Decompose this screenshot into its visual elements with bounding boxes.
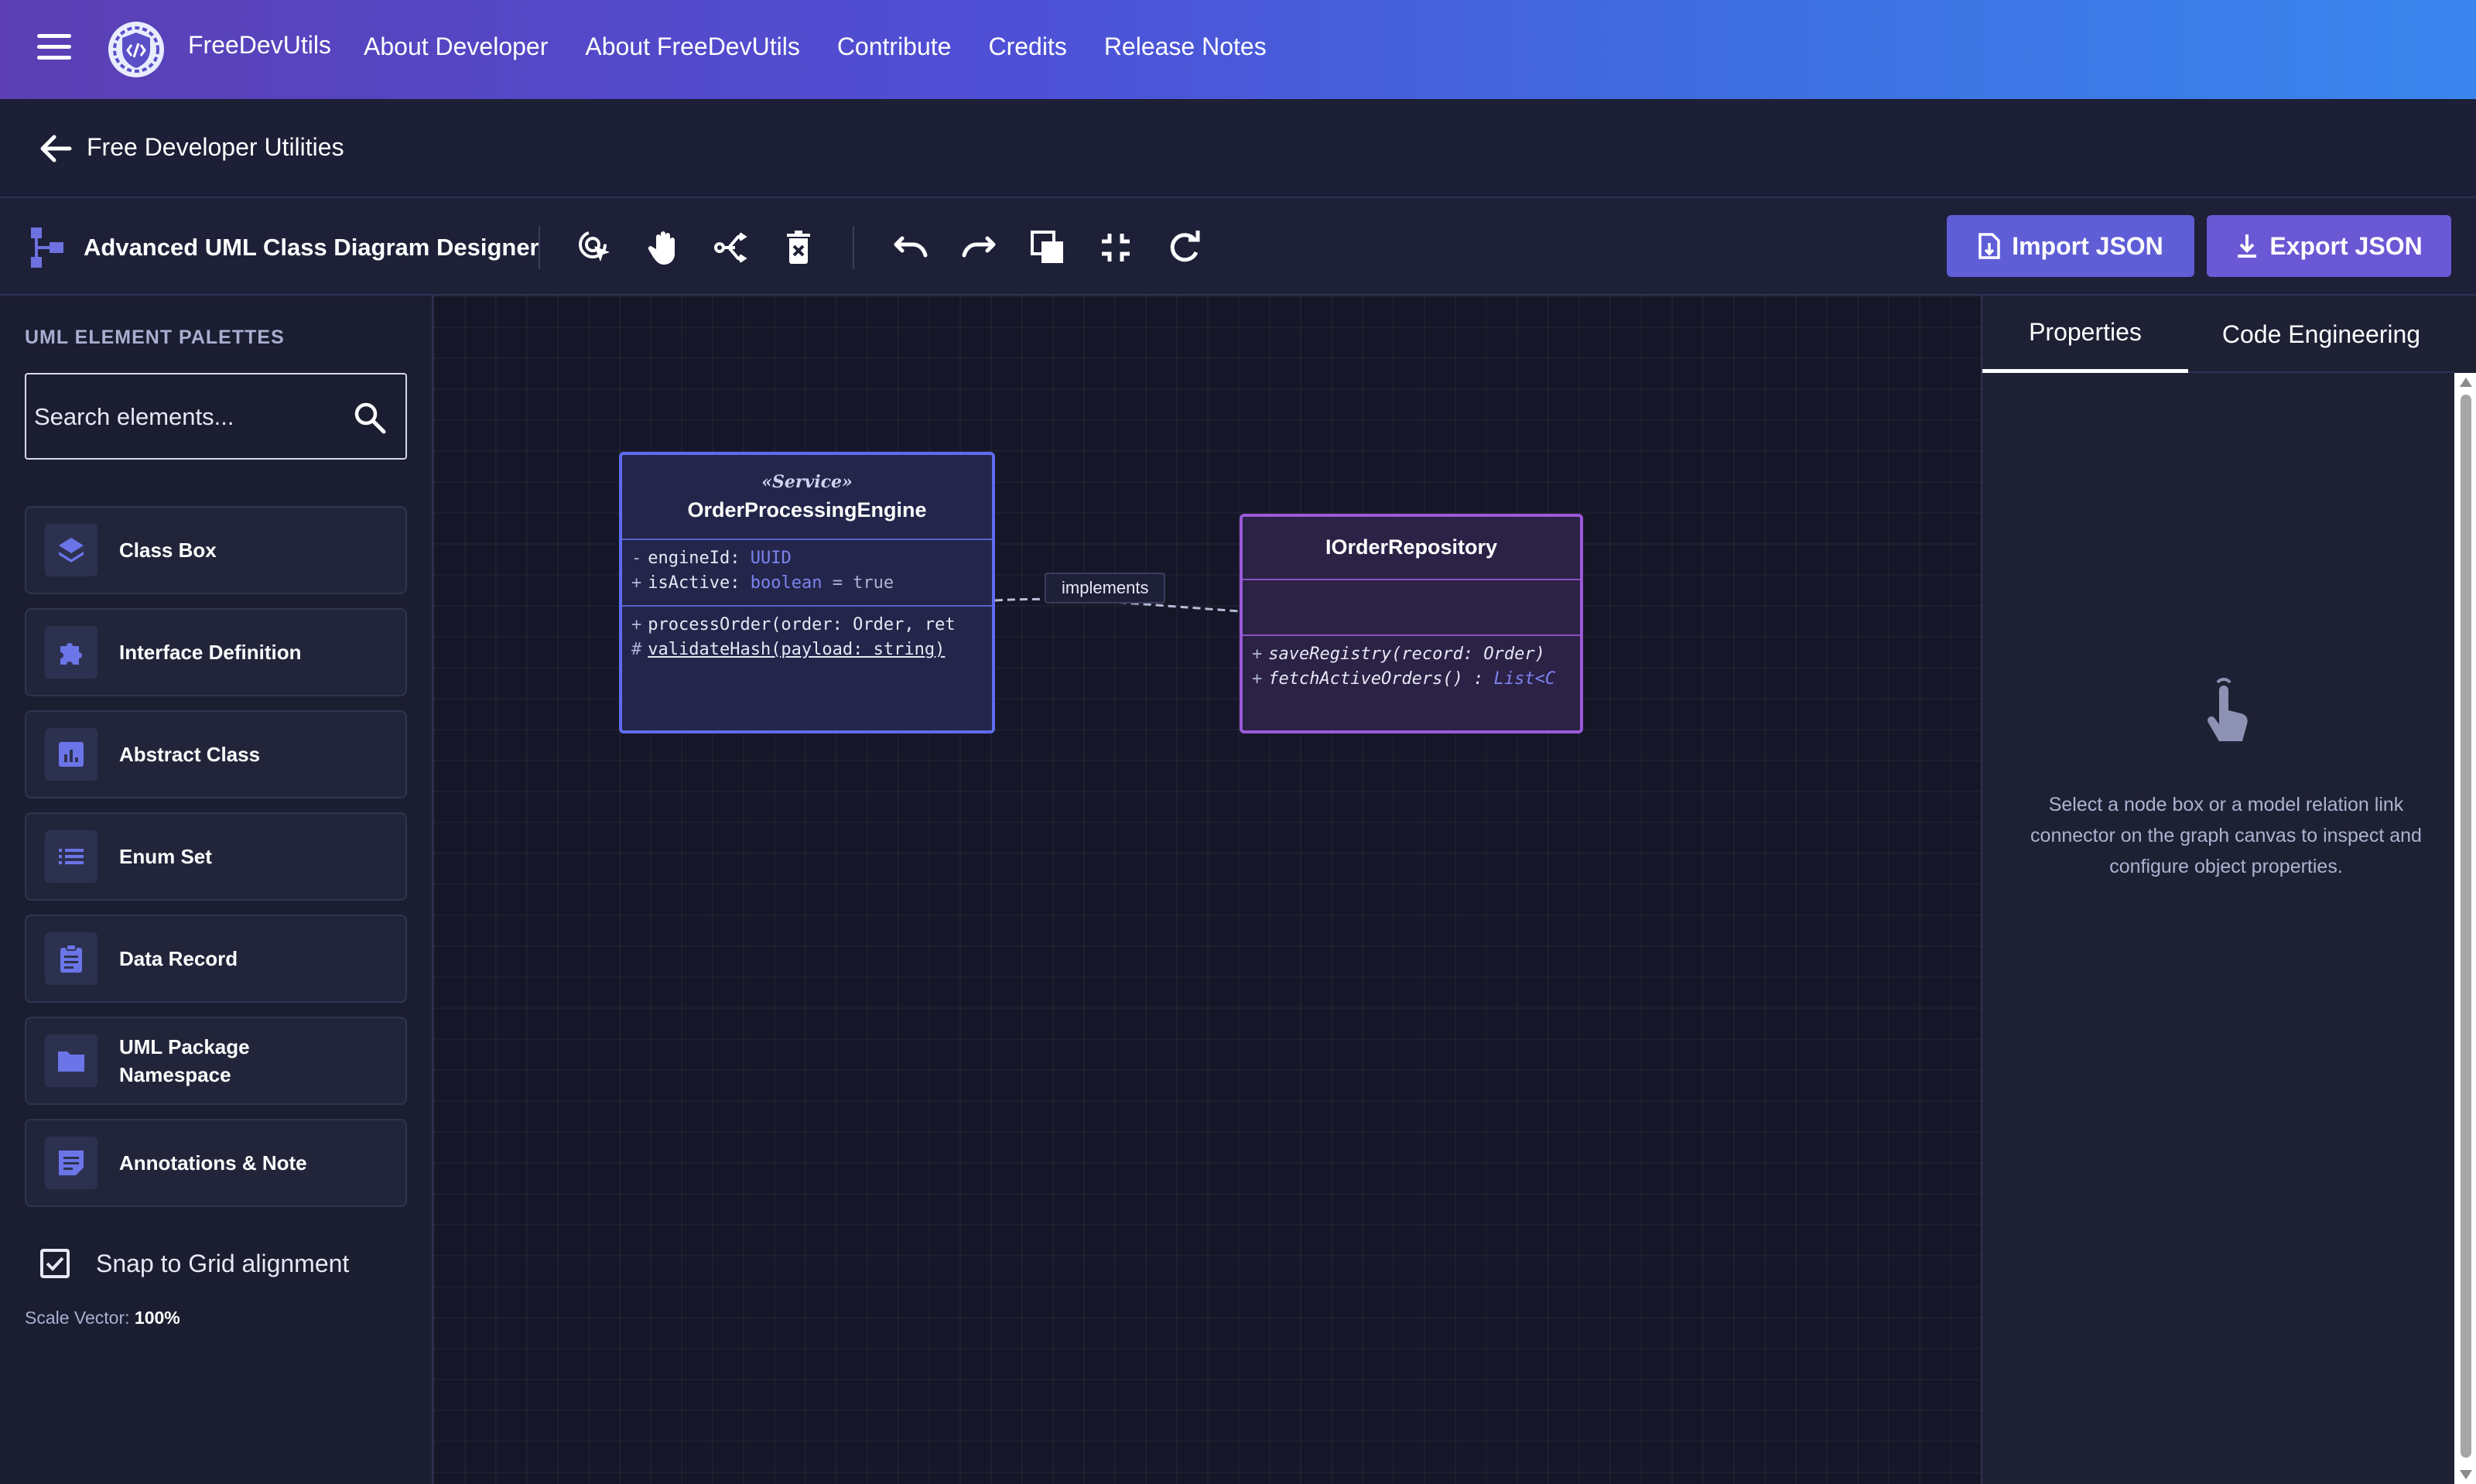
palette-item-uml-package-namespace[interactable]: UML Package Namespace: [25, 1017, 407, 1105]
connector-icon[interactable]: [710, 227, 751, 268]
pan-hand-icon[interactable]: [644, 227, 684, 268]
diagram-canvas[interactable]: «Service» OrderProcessingEngine - engineI…: [433, 296, 1981, 1484]
class-name: IOrderRepository: [1325, 535, 1498, 559]
nav-links: About Developer About FreeDevUtils Contr…: [364, 32, 1267, 61]
nav-link-release-notes[interactable]: Release Notes: [1104, 32, 1267, 61]
fit-view-icon[interactable]: [1096, 227, 1136, 268]
search-icon[interactable]: [351, 399, 388, 436]
palette-heading: UML ELEMENT PALETTES: [25, 327, 285, 348]
class-stereotype: «Service»: [761, 472, 853, 492]
freedevutils-logo-icon[interactable]: [105, 19, 167, 80]
delete-icon[interactable]: [778, 227, 819, 268]
layers-icon: [45, 524, 97, 576]
operations-section: + saveRegistry(record: Order) + fetchActiv…: [1243, 636, 1580, 698]
toolbar-divider: [853, 226, 854, 269]
breadcrumb: Free Developer Utilities: [0, 99, 2476, 198]
select-tool-icon[interactable]: [576, 227, 616, 268]
search-input[interactable]: [34, 398, 328, 436]
scroll-thumb[interactable]: [2461, 395, 2471, 1458]
puzzle-icon: [45, 626, 97, 679]
attribute-row[interactable]: - engineId: UUID: [631, 546, 983, 571]
class-header: «Service» OrderProcessingEngine: [622, 455, 992, 540]
nav-link-credits[interactable]: Credits: [988, 32, 1066, 61]
snap-checkbox[interactable]: [40, 1249, 70, 1278]
toolbar-divider: [539, 226, 540, 269]
nav-link-contribute[interactable]: Contribute: [837, 32, 952, 61]
hamburger-menu-icon[interactable]: [37, 34, 71, 65]
chart-box-icon: [45, 728, 97, 781]
app-title: Advanced UML Class Diagram Designer: [84, 234, 539, 261]
export-json-label: Export JSON: [2269, 231, 2423, 260]
palette-item-interface-definition[interactable]: Interface Definition: [25, 608, 407, 696]
class-name: OrderProcessingEngine: [687, 498, 927, 521]
palette-item-label: Annotations & Note: [119, 1151, 307, 1175]
connector-label[interactable]: implements: [1045, 573, 1166, 604]
attribute-row[interactable]: + isActive: boolean = true: [631, 571, 983, 596]
palette-item-data-record[interactable]: Data Record: [25, 915, 407, 1003]
operations-section: + processOrder(order: Order, ret # validat…: [622, 607, 992, 668]
folder-icon: [45, 1034, 97, 1087]
duplicate-icon[interactable]: [1028, 227, 1068, 268]
empty-state-message: Select a node box or a model relation li…: [2030, 794, 2422, 877]
search-box: [25, 373, 407, 460]
brand-name[interactable]: FreeDevUtils: [188, 31, 331, 60]
breadcrumb-title[interactable]: Free Developer Utilities: [87, 133, 344, 162]
download-icon: [2238, 234, 2257, 258]
clipboard-icon: [45, 932, 97, 985]
snap-label: Snap to Grid alignment: [96, 1249, 350, 1277]
palette-item-label: Data Record: [119, 947, 238, 970]
reset-icon[interactable]: [1164, 227, 1204, 268]
palette-item-label: Class Box: [119, 539, 217, 562]
import-json-label: Import JSON: [2012, 231, 2163, 260]
nav-link-about-freedevutils[interactable]: About FreeDevUtils: [585, 32, 799, 61]
panel-scrollbar[interactable]: [2454, 373, 2476, 1484]
palette-item-enum-set[interactable]: Enum Set: [25, 812, 407, 901]
checkmark-icon: [46, 1257, 64, 1271]
file-import-icon: [1978, 233, 2000, 259]
export-json-button[interactable]: Export JSON: [2207, 215, 2451, 277]
tab-properties[interactable]: Properties: [1982, 296, 2188, 373]
panel-tabs: Properties Code Engineering: [1982, 296, 2454, 373]
snap-to-grid-toggle[interactable]: Snap to Grid alignment: [40, 1249, 349, 1278]
list-icon: [45, 830, 97, 883]
operation-row[interactable]: + fetchActiveOrders() : List<C: [1252, 667, 1571, 692]
tab-code-engineering[interactable]: Code Engineering: [2188, 296, 2454, 373]
nav-link-about-developer[interactable]: About Developer: [364, 32, 548, 61]
operation-row[interactable]: # validateHash(payload: string): [631, 638, 983, 662]
scroll-up-arrow-icon[interactable]: [2460, 378, 2472, 387]
touch-pointer-icon: [2193, 675, 2255, 749]
attributes-section: - engineId: UUID + isActive: boolean = tru…: [622, 540, 992, 607]
attributes-section: [1243, 580, 1580, 636]
note-icon: [45, 1137, 97, 1189]
scale-value: 100%: [134, 1308, 180, 1328]
palette-item-label: Enum Set: [119, 845, 212, 868]
uml-diagram-icon: [29, 226, 65, 269]
palette-item-label: UML Package Namespace: [119, 1035, 250, 1086]
palette-item-label: Interface Definition: [119, 641, 302, 664]
designer-toolbar: Advanced UML Class Diagram Designer Impo…: [0, 198, 2476, 296]
palette-item-label: Abstract Class: [119, 743, 261, 766]
class-box-order-processing-engine[interactable]: «Service» OrderProcessingEngine - engineI…: [619, 452, 995, 733]
properties-panel: Properties Code Engineering Select a nod…: [1981, 296, 2476, 1484]
operation-row[interactable]: + processOrder(order: Order, ret: [631, 613, 983, 638]
undo-icon[interactable]: [890, 227, 930, 268]
redo-icon[interactable]: [959, 227, 1000, 268]
palette-item-abstract-class[interactable]: Abstract Class: [25, 710, 407, 798]
interface-box-iorder-repository[interactable]: IOrderRepository + saveRegistry(record: O…: [1240, 514, 1583, 733]
operation-row[interactable]: + saveRegistry(record: Order): [1252, 642, 1571, 667]
import-json-button[interactable]: Import JSON: [1947, 215, 2194, 277]
palette-sidebar: UML ELEMENT PALETTES Class Box Interface…: [0, 296, 433, 1484]
scroll-down-arrow-icon[interactable]: [2460, 1470, 2472, 1479]
scale-vector-readout: Scale Vector: 100%: [25, 1308, 180, 1328]
palette-item-annotations-note[interactable]: Annotations & Note: [25, 1119, 407, 1207]
back-arrow-icon[interactable]: [39, 133, 73, 164]
palette-item-class-box[interactable]: Class Box: [25, 506, 407, 594]
top-navbar: FreeDevUtils About Developer About FreeD…: [0, 0, 2476, 99]
scale-label: Scale Vector:: [25, 1308, 130, 1328]
class-header: IOrderRepository: [1243, 517, 1580, 580]
